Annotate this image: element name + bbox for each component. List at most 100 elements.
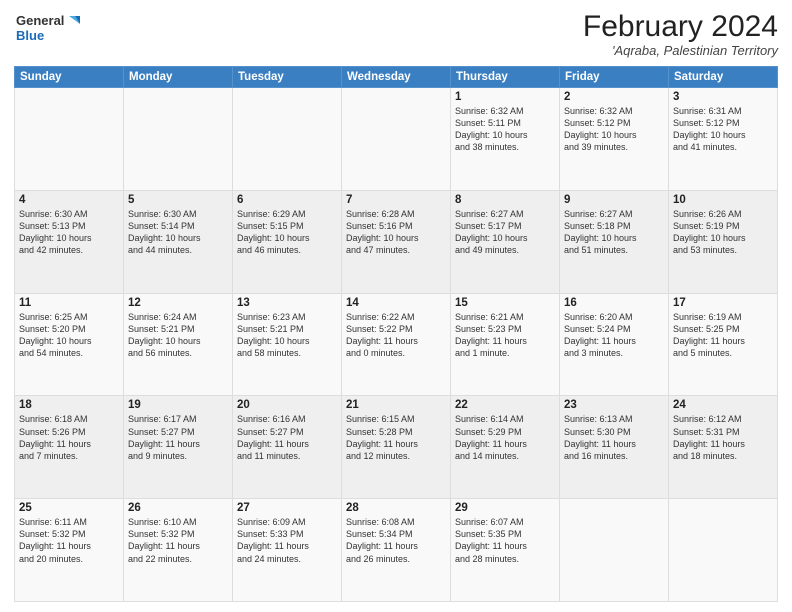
- day-number: 23: [564, 399, 664, 411]
- calendar-cell: 7Sunrise: 6:28 AM Sunset: 5:16 PM Daylig…: [342, 190, 451, 293]
- calendar-cell: 19 Sunrise: 6:17 AM Sunset: 5:27 PM Dayli…: [124, 396, 233, 499]
- col-friday: Friday: [560, 67, 669, 88]
- subtitle: 'Aqraba, Palestinian Territory: [583, 43, 778, 58]
- day-number: 27: [237, 502, 337, 514]
- day-info: Sunrise: 6:18 AM Sunset: 5:26 PM Dayligh…: [19, 413, 119, 462]
- col-wednesday: Wednesday: [342, 67, 451, 88]
- calendar-cell: 22Sunrise: 6:14 AM Sunset: 5:29 PM Dayli…: [451, 396, 560, 499]
- svg-text:General: General: [16, 13, 64, 28]
- calendar-cell: 25 Sunrise: 6:11 AM Sunset: 5:32 PM Dayli…: [15, 499, 124, 602]
- calendar-cell: 17 Sunrise: 6:19 AM Sunset: 5:25 PM Dayli…: [669, 293, 778, 396]
- day-number: 6: [237, 194, 337, 206]
- calendar-cell: 26 Sunrise: 6:10 AM Sunset: 5:32 PM Dayli…: [124, 499, 233, 602]
- calendar-cell: 23 Sunrise: 6:13 AM Sunset: 5:30 PM Dayli…: [560, 396, 669, 499]
- day-info: Sunrise: 6:21 AM Sunset: 5:23 PM Dayligh…: [455, 311, 555, 360]
- calendar-cell: 16Sunrise: 6:20 AM Sunset: 5:24 PM Dayli…: [560, 293, 669, 396]
- calendar-cell: 6Sunrise: 6:29 AM Sunset: 5:15 PM Daylig…: [233, 190, 342, 293]
- day-number: 10: [673, 194, 773, 206]
- day-info: Sunrise: 6:31 AM Sunset: 5:12 PM Dayligh…: [673, 105, 773, 154]
- day-info: Sunrise: 6:09 AM Sunset: 5:33 PM Dayligh…: [237, 516, 337, 565]
- day-number: 11: [19, 297, 119, 309]
- day-info: Sunrise: 6:30 AM Sunset: 5:14 PM Dayligh…: [128, 208, 228, 257]
- day-info: Sunrise: 6:28 AM Sunset: 5:16 PM Dayligh…: [346, 208, 446, 257]
- day-number: 18: [19, 399, 119, 411]
- calendar-week-1: 1 Sunrise: 6:32 AM Sunset: 5:11 PM Daylig…: [15, 88, 778, 191]
- calendar-week-3: 11Sunrise: 6:25 AM Sunset: 5:20 PM Dayli…: [15, 293, 778, 396]
- calendar-week-2: 4 Sunrise: 6:30 AM Sunset: 5:13 PM Daylig…: [15, 190, 778, 293]
- calendar-table: Sunday Monday Tuesday Wednesday Thursday…: [14, 66, 778, 602]
- day-info: Sunrise: 6:19 AM Sunset: 5:25 PM Dayligh…: [673, 311, 773, 360]
- day-info: Sunrise: 6:27 AM Sunset: 5:17 PM Dayligh…: [455, 208, 555, 257]
- col-thursday: Thursday: [451, 67, 560, 88]
- day-info: Sunrise: 6:20 AM Sunset: 5:24 PM Dayligh…: [564, 311, 664, 360]
- day-info: Sunrise: 6:11 AM Sunset: 5:32 PM Dayligh…: [19, 516, 119, 565]
- day-number: 13: [237, 297, 337, 309]
- day-number: 25: [19, 502, 119, 514]
- calendar-cell: 8 Sunrise: 6:27 AM Sunset: 5:17 PM Daylig…: [451, 190, 560, 293]
- day-info: Sunrise: 6:13 AM Sunset: 5:30 PM Dayligh…: [564, 413, 664, 462]
- logo-svg: General Blue: [14, 10, 82, 46]
- calendar-week-5: 25 Sunrise: 6:11 AM Sunset: 5:32 PM Dayli…: [15, 499, 778, 602]
- calendar-cell: 27 Sunrise: 6:09 AM Sunset: 5:33 PM Dayli…: [233, 499, 342, 602]
- day-number: 5: [128, 194, 228, 206]
- day-info: Sunrise: 6:23 AM Sunset: 5:21 PM Dayligh…: [237, 311, 337, 360]
- col-sunday: Sunday: [15, 67, 124, 88]
- calendar-cell: 14 Sunrise: 6:22 AM Sunset: 5:22 PM Dayli…: [342, 293, 451, 396]
- day-number: 17: [673, 297, 773, 309]
- calendar-cell: 15 Sunrise: 6:21 AM Sunset: 5:23 PM Dayli…: [451, 293, 560, 396]
- calendar-cell: 12 Sunrise: 6:24 AM Sunset: 5:21 PM Dayli…: [124, 293, 233, 396]
- day-info: Sunrise: 6:24 AM Sunset: 5:21 PM Dayligh…: [128, 311, 228, 360]
- calendar-cell: 29Sunrise: 6:07 AM Sunset: 5:35 PM Dayli…: [451, 499, 560, 602]
- col-monday: Monday: [124, 67, 233, 88]
- logo: General Blue: [14, 10, 82, 46]
- calendar-cell: 20Sunrise: 6:16 AM Sunset: 5:27 PM Dayli…: [233, 396, 342, 499]
- title-block: February 2024 'Aqraba, Palestinian Terri…: [583, 10, 778, 58]
- main-title: February 2024: [583, 10, 778, 43]
- day-number: 19: [128, 399, 228, 411]
- day-number: 2: [564, 91, 664, 103]
- day-number: 3: [673, 91, 773, 103]
- calendar-cell: 3 Sunrise: 6:31 AM Sunset: 5:12 PM Daylig…: [669, 88, 778, 191]
- day-info: Sunrise: 6:12 AM Sunset: 5:31 PM Dayligh…: [673, 413, 773, 462]
- calendar-cell: 24Sunrise: 6:12 AM Sunset: 5:31 PM Dayli…: [669, 396, 778, 499]
- page: General Blue February 2024 'Aqraba, Pale…: [0, 0, 792, 612]
- calendar-cell: 5 Sunrise: 6:30 AM Sunset: 5:14 PM Daylig…: [124, 190, 233, 293]
- calendar-cell: 10 Sunrise: 6:26 AM Sunset: 5:19 PM Dayli…: [669, 190, 778, 293]
- day-info: Sunrise: 6:17 AM Sunset: 5:27 PM Dayligh…: [128, 413, 228, 462]
- day-info: Sunrise: 6:27 AM Sunset: 5:18 PM Dayligh…: [564, 208, 664, 257]
- calendar-cell: 18 Sunrise: 6:18 AM Sunset: 5:26 PM Dayli…: [15, 396, 124, 499]
- svg-text:Blue: Blue: [16, 28, 44, 43]
- day-info: Sunrise: 6:32 AM Sunset: 5:12 PM Dayligh…: [564, 105, 664, 154]
- day-info: Sunrise: 6:15 AM Sunset: 5:28 PM Dayligh…: [346, 413, 446, 462]
- day-info: Sunrise: 6:14 AM Sunset: 5:29 PM Dayligh…: [455, 413, 555, 462]
- calendar-cell: 1 Sunrise: 6:32 AM Sunset: 5:11 PM Daylig…: [451, 88, 560, 191]
- day-number: 1: [455, 91, 555, 103]
- calendar-cell: [342, 88, 451, 191]
- calendar-cell: 13 Sunrise: 6:23 AM Sunset: 5:21 PM Dayli…: [233, 293, 342, 396]
- day-info: Sunrise: 6:22 AM Sunset: 5:22 PM Dayligh…: [346, 311, 446, 360]
- calendar-cell: 9 Sunrise: 6:27 AM Sunset: 5:18 PM Daylig…: [560, 190, 669, 293]
- day-number: 26: [128, 502, 228, 514]
- day-number: 4: [19, 194, 119, 206]
- col-saturday: Saturday: [669, 67, 778, 88]
- day-number: 29: [455, 502, 555, 514]
- day-number: 28: [346, 502, 446, 514]
- day-info: Sunrise: 6:26 AM Sunset: 5:19 PM Dayligh…: [673, 208, 773, 257]
- day-info: Sunrise: 6:32 AM Sunset: 5:11 PM Dayligh…: [455, 105, 555, 154]
- day-number: 9: [564, 194, 664, 206]
- day-number: 14: [346, 297, 446, 309]
- day-info: Sunrise: 6:10 AM Sunset: 5:32 PM Dayligh…: [128, 516, 228, 565]
- header: General Blue February 2024 'Aqraba, Pale…: [14, 10, 778, 58]
- col-tuesday: Tuesday: [233, 67, 342, 88]
- calendar-cell: [669, 499, 778, 602]
- day-number: 12: [128, 297, 228, 309]
- calendar-cell: [15, 88, 124, 191]
- calendar-cell: 11Sunrise: 6:25 AM Sunset: 5:20 PM Dayli…: [15, 293, 124, 396]
- day-number: 8: [455, 194, 555, 206]
- day-info: Sunrise: 6:30 AM Sunset: 5:13 PM Dayligh…: [19, 208, 119, 257]
- day-number: 15: [455, 297, 555, 309]
- calendar-cell: 28Sunrise: 6:08 AM Sunset: 5:34 PM Dayli…: [342, 499, 451, 602]
- calendar-cell: 4 Sunrise: 6:30 AM Sunset: 5:13 PM Daylig…: [15, 190, 124, 293]
- calendar-cell: [560, 499, 669, 602]
- day-number: 21: [346, 399, 446, 411]
